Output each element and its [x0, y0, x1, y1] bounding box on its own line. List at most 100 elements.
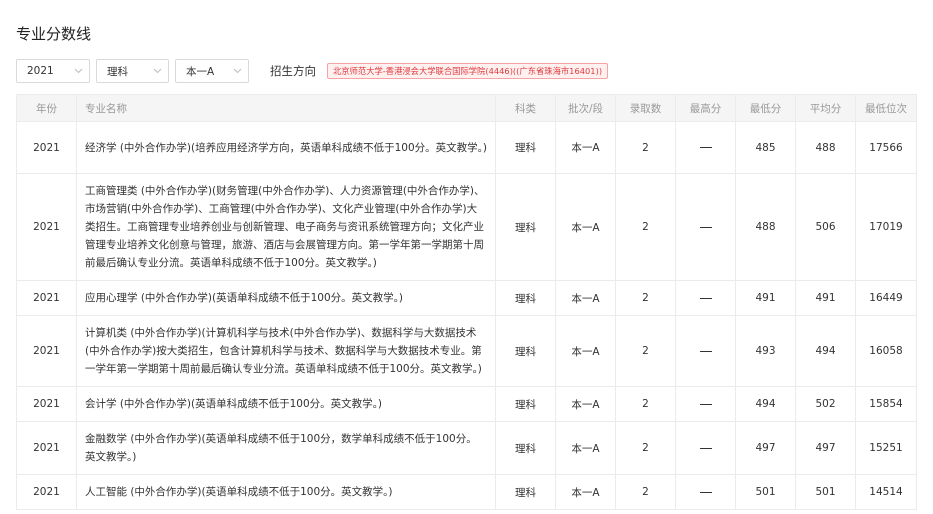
batch-select[interactable]: 本一A [175, 59, 249, 83]
dash-icon [699, 226, 712, 228]
cell-max [675, 121, 736, 174]
dash-icon [699, 350, 712, 352]
header-max: 最高分 [675, 94, 736, 122]
chevron-down-icon [152, 66, 162, 76]
cell-rank: 16058 [855, 315, 917, 387]
cell-subject: 理科 [495, 315, 556, 387]
cell-name: 金融数学 (中外合作办学)(英语单科成绩不低于100分，数学单科成绩不低于100… [76, 421, 496, 475]
cell-min: 491 [735, 280, 796, 316]
cell-rank: 14514 [855, 474, 917, 510]
cell-min: 485 [735, 121, 796, 174]
cell-max [675, 315, 736, 387]
cell-year: 2021 [16, 421, 77, 475]
dash-icon [699, 297, 712, 299]
cell-year: 2021 [16, 121, 77, 174]
table-row: 2021 计算机类 (中外合作办学)(计算机科学与技术(中外合作办学)、数据科学… [16, 315, 917, 387]
cell-subject: 理科 [495, 421, 556, 475]
table-row: 2021 会计学 (中外合作办学)(英语单科成绩不低于100分。英文教学。) 理… [16, 386, 917, 422]
cell-min: 494 [735, 386, 796, 422]
cell-subject: 理科 [495, 474, 556, 510]
header-rank: 最低位次 [855, 94, 917, 122]
cell-max [675, 173, 736, 281]
year-select[interactable]: 2021 [16, 59, 90, 83]
cell-avg: 501 [795, 474, 856, 510]
cell-admitted: 2 [615, 421, 676, 475]
cell-rank: 16449 [855, 280, 917, 316]
cell-admitted: 2 [615, 173, 676, 281]
chevron-down-icon [232, 66, 242, 76]
table-header-row: 年份 专业名称 科类 批次/段 录取数 最高分 最低分 平均分 最低位次 [16, 94, 917, 122]
table-row: 2021 应用心理学 (中外合作办学)(英语单科成绩不低于100分。英文教学。)… [16, 280, 917, 316]
cell-name: 会计学 (中外合作办学)(英语单科成绩不低于100分。英文教学。) [76, 386, 496, 422]
header-year: 年份 [16, 94, 77, 122]
table-row: 2021 人工智能 (中外合作办学)(英语单科成绩不低于100分。英文教学。) … [16, 474, 917, 510]
cell-year: 2021 [16, 280, 77, 316]
dash-icon [699, 147, 712, 148]
cell-year: 2021 [16, 386, 77, 422]
cell-name: 人工智能 (中外合作办学)(英语单科成绩不低于100分。英文教学。) [76, 474, 496, 510]
cell-batch: 本一A [555, 386, 616, 422]
cell-avg: 497 [795, 421, 856, 475]
cell-batch: 本一A [555, 315, 616, 387]
cell-subject: 理科 [495, 173, 556, 281]
score-table: 年份 专业名称 科类 批次/段 录取数 最高分 最低分 平均分 最低位次 202… [16, 94, 917, 510]
cell-admitted: 2 [615, 386, 676, 422]
table-row: 2021 工商管理类 (中外合作办学)(财务管理(中外合作办学)、人力资源管理(… [16, 173, 917, 281]
cell-subject: 理科 [495, 121, 556, 174]
cell-avg: 502 [795, 386, 856, 422]
header-min: 最低分 [735, 94, 796, 122]
cell-subject: 理科 [495, 280, 556, 316]
cell-batch: 本一A [555, 121, 616, 174]
header-name: 专业名称 [76, 94, 496, 122]
cell-min: 488 [735, 173, 796, 281]
cell-avg: 491 [795, 280, 856, 316]
dash-icon [699, 491, 712, 493]
cell-rank: 15854 [855, 386, 917, 422]
header-batch: 批次/段 [555, 94, 616, 122]
cell-batch: 本一A [555, 173, 616, 281]
cell-min: 501 [735, 474, 796, 510]
cell-admitted: 2 [615, 280, 676, 316]
year-select-value: 2021 [27, 65, 54, 77]
direction-label: 招生方向 [270, 64, 316, 78]
cell-rank: 15251 [855, 421, 917, 475]
cell-name: 经济学 (中外合作办学)(培养应用经济学方向，英语单科成绩不低于100分。英文教… [76, 121, 496, 174]
cell-subject: 理科 [495, 386, 556, 422]
header-subject: 科类 [495, 94, 556, 122]
chevron-down-icon [73, 66, 83, 76]
cell-name: 计算机类 (中外合作办学)(计算机科学与技术(中外合作办学)、数据科学与大数据技… [76, 315, 496, 387]
subject-select[interactable]: 理科 [96, 59, 169, 83]
cell-rank: 17019 [855, 173, 917, 281]
cell-admitted: 2 [615, 474, 676, 510]
cell-max [675, 474, 736, 510]
batch-select-value: 本一A [186, 65, 215, 78]
cell-min: 493 [735, 315, 796, 387]
subject-select-value: 理科 [107, 65, 128, 78]
cell-admitted: 2 [615, 121, 676, 174]
cell-rank: 17566 [855, 121, 917, 174]
cell-max [675, 421, 736, 475]
cell-avg: 494 [795, 315, 856, 387]
cell-year: 2021 [16, 315, 77, 387]
header-avg: 平均分 [795, 94, 856, 122]
cell-avg: 488 [795, 121, 856, 174]
cell-max [675, 386, 736, 422]
cell-name: 应用心理学 (中外合作办学)(英语单科成绩不低于100分。英文教学。) [76, 280, 496, 316]
dash-icon [699, 447, 712, 449]
table-row: 2021 金融数学 (中外合作办学)(英语单科成绩不低于100分，数学单科成绩不… [16, 421, 917, 475]
cell-year: 2021 [16, 173, 77, 281]
cell-admitted: 2 [615, 315, 676, 387]
cell-batch: 本一A [555, 280, 616, 316]
cell-avg: 506 [795, 173, 856, 281]
cell-year: 2021 [16, 474, 77, 510]
cell-min: 497 [735, 421, 796, 475]
dash-icon [699, 403, 712, 405]
page-title: 专业分数线 [16, 25, 92, 43]
header-admitted: 录取数 [615, 94, 676, 122]
cell-max [675, 280, 736, 316]
direction-tag[interactable]: 北京师范大学-香港浸会大学联合国际学院(4446)((广东省珠海市16401)) [327, 63, 609, 79]
cell-batch: 本一A [555, 421, 616, 475]
table-row: 2021 经济学 (中外合作办学)(培养应用经济学方向，英语单科成绩不低于100… [16, 121, 917, 174]
cell-name: 工商管理类 (中外合作办学)(财务管理(中外合作办学)、人力资源管理(中外合作办… [76, 173, 496, 281]
cell-batch: 本一A [555, 474, 616, 510]
